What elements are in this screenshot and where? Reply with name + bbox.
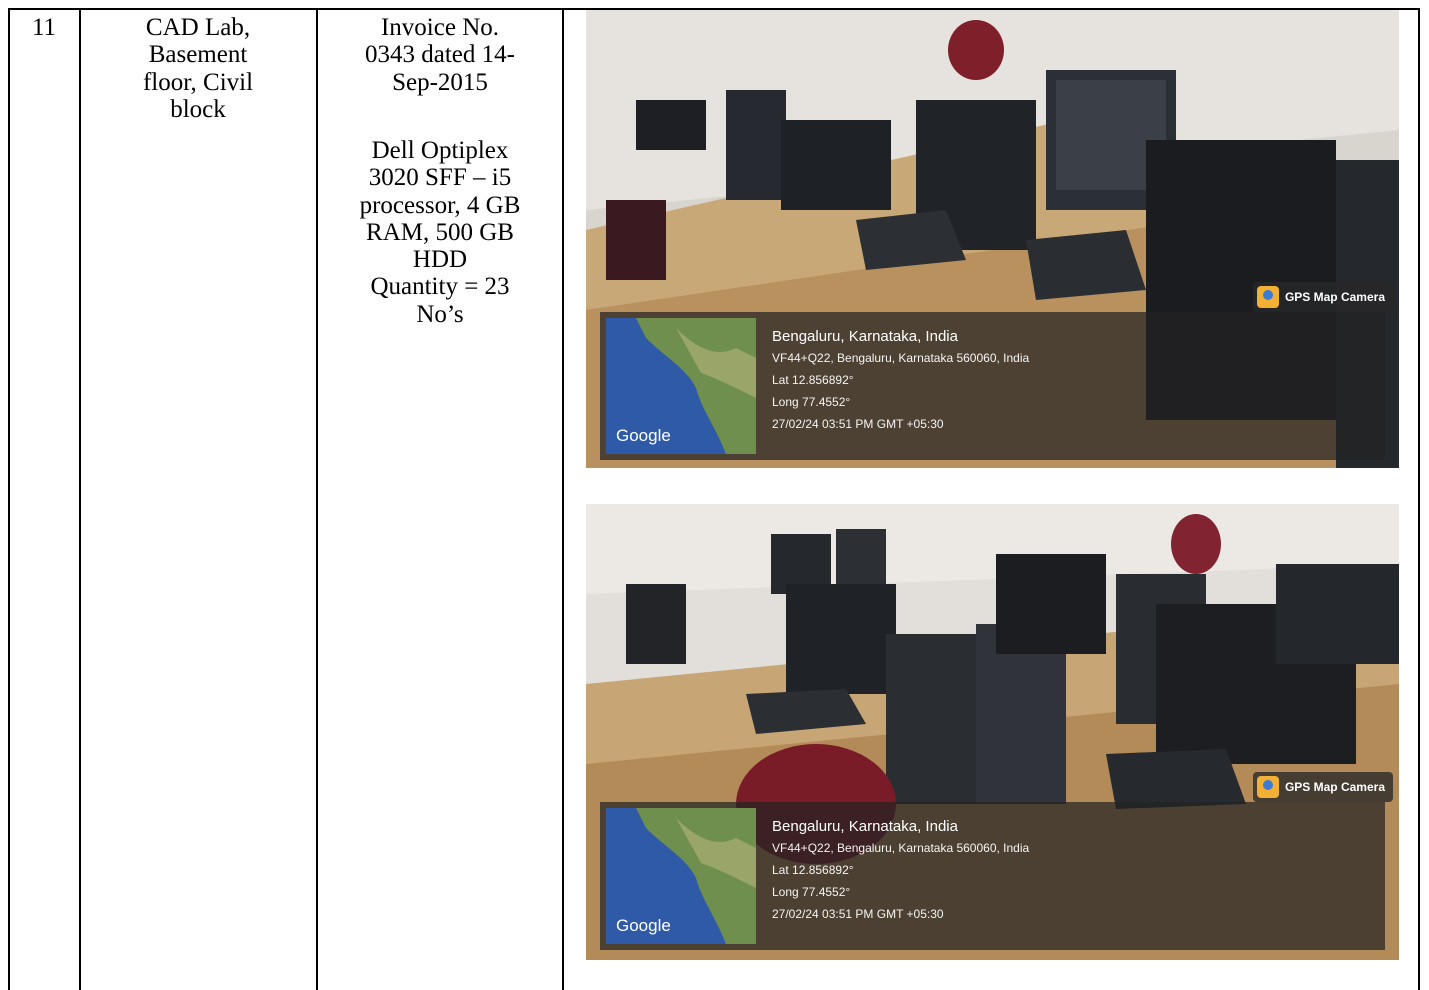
table-border-left	[8, 9, 10, 990]
item-description: Dell Optiplex 3020 SFF – i5 processor, 4…	[359, 137, 521, 328]
gps-latitude: Lat 12.856892°	[772, 373, 854, 387]
table-border-col3	[562, 9, 564, 990]
gps-address: VF44+Q22, Bengaluru, Karnataka 560060, I…	[772, 351, 1030, 365]
map-thumbnail: Google	[606, 318, 756, 454]
gps-info-panel: Google Bengaluru, Karnataka, India VF44+…	[600, 312, 1385, 460]
gps-camera-badge: GPS Map Camera	[1252, 282, 1393, 312]
table-border-right	[1418, 9, 1420, 990]
table-border-col2	[316, 9, 318, 990]
gps-badge-label: GPS Map Camera	[1284, 290, 1385, 304]
gps-badge-label: GPS Map Camera	[1284, 780, 1385, 794]
gps-camera-badge: GPS Map Camera	[1252, 772, 1393, 802]
lab-photo-1: GPS Map Camera Google Bengaluru, Karnata…	[586, 10, 1399, 468]
lab-photo-2: GPS Map Camera Google Bengaluru, Karnata…	[586, 504, 1399, 960]
gps-address: VF44+Q22, Bengaluru, Karnataka 560060, I…	[772, 841, 1030, 855]
map-thumbnail: Google	[606, 808, 756, 944]
gps-camera-icon	[1256, 776, 1279, 798]
gps-info-panel: Google Bengaluru, Karnataka, India VF44+…	[600, 802, 1385, 950]
serial-number: 11	[31, 14, 57, 41]
location-cell: CAD Lab, Basement floor, Civil block	[142, 14, 254, 123]
gps-longitude: Long 77.4552°	[772, 885, 851, 899]
gps-longitude: Long 77.4552°	[772, 395, 851, 409]
table-border-col1	[79, 9, 81, 990]
google-map-label: Google	[616, 916, 671, 935]
gps-timestamp: 27/02/24 03:51 PM GMT +05:30	[772, 907, 944, 921]
gps-place: Bengaluru, Karnataka, India	[772, 328, 958, 345]
gps-camera-icon	[1256, 286, 1279, 308]
gps-latitude: Lat 12.856892°	[772, 863, 854, 877]
gps-place: Bengaluru, Karnataka, India	[772, 818, 958, 835]
google-map-label: Google	[616, 426, 671, 445]
invoice-cell: Invoice No. 0343 dated 14- Sep-2015	[365, 14, 515, 96]
gps-timestamp: 27/02/24 03:51 PM GMT +05:30	[772, 417, 944, 431]
